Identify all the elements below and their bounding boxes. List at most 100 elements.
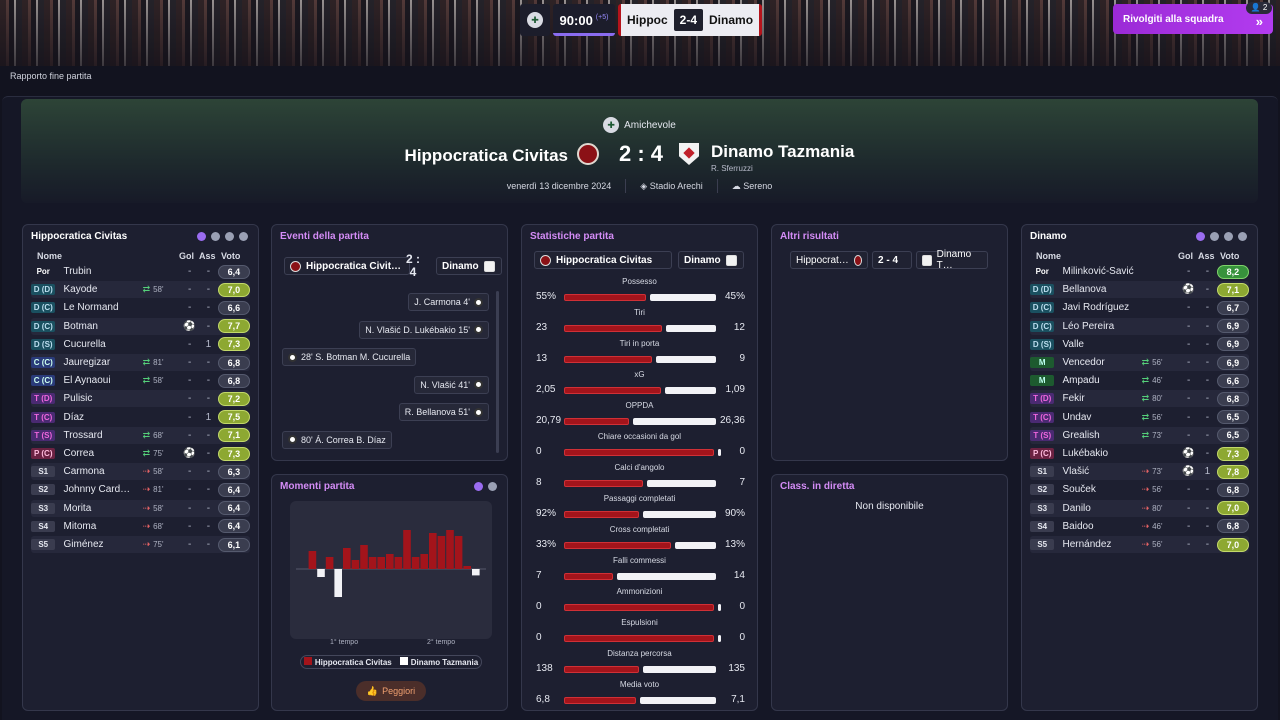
player-row[interactable]: D (D) Kayode ⇄ 58' - -7,0 xyxy=(31,281,250,299)
player-row[interactable]: D (C) Javi Rodríguez - -6,7 xyxy=(1030,299,1249,316)
player-row[interactable]: S2 Johnny Card… ⇢ 81' - -6,4 xyxy=(31,481,250,498)
player-name[interactable]: Fekir xyxy=(1062,393,1141,404)
player-row[interactable]: C (C) El Aynaoui ⇄ 58' - -6,8 xyxy=(31,372,250,389)
player-name[interactable]: Milinković-Savić xyxy=(1062,266,1141,277)
player-row[interactable]: T (D) Pulisic - -7,2 xyxy=(31,390,250,408)
pager-dot[interactable] xyxy=(211,232,220,241)
player-name[interactable]: Vlašić xyxy=(1062,466,1141,477)
player-name[interactable]: El Aynaoui xyxy=(63,375,142,386)
match-event[interactable]: N. Vlašić 41' xyxy=(414,375,489,394)
player-name[interactable]: Mitoma xyxy=(63,521,142,532)
pager-dot[interactable] xyxy=(1224,232,1233,241)
player-row[interactable]: S3 Morita ⇢ 58' - -6,4 xyxy=(31,499,250,517)
player-row[interactable]: Por Milinković-Savić - -8,2 xyxy=(1030,263,1249,280)
match-event[interactable]: 28' S. Botman M. Cucurella xyxy=(282,348,417,366)
pager-dot[interactable] xyxy=(225,232,234,241)
player-name[interactable]: Javi Rodríguez xyxy=(1062,302,1141,313)
player-row[interactable]: T (D) Fekir ⇄ 80' - -6,8 xyxy=(1030,390,1249,408)
col-gol[interactable]: Gol xyxy=(1178,251,1193,261)
player-row[interactable]: Por Trubin - -6,4 xyxy=(31,263,250,280)
match-event[interactable]: R. Bellanova 51' xyxy=(398,403,489,421)
player-row[interactable]: D (D) Bellanova ⚽ -7,1 xyxy=(1030,281,1249,299)
scoreboard[interactable]: Hippoc 2-4 Dinamo xyxy=(618,4,763,36)
player-row[interactable]: T (C) Undav ⇄ 56' - -6,5 xyxy=(1030,409,1249,426)
player-name[interactable]: Lukébakio xyxy=(1062,448,1141,459)
player-row[interactable]: D (S) Cucurella - 1 7,3 xyxy=(31,336,250,353)
player-name[interactable]: Baidoo xyxy=(1062,521,1141,532)
pager-dots[interactable] xyxy=(197,232,248,241)
player-row[interactable]: D (S) Valle - -6,9 xyxy=(1030,336,1249,353)
player-name[interactable]: Cucurella xyxy=(63,339,142,350)
player-name[interactable]: Valle xyxy=(1062,339,1141,350)
pager-dot[interactable] xyxy=(1196,232,1205,241)
player-name[interactable]: Jauregizar xyxy=(63,357,142,368)
col-voto[interactable]: Voto xyxy=(221,251,240,261)
player-name[interactable]: Morita xyxy=(63,503,142,514)
player-row[interactable]: S4 Baidoo ⇢ 46' - -6,8 xyxy=(1030,518,1249,535)
competition-logo-icon[interactable]: ✚ xyxy=(520,4,550,36)
col-gol[interactable]: Gol xyxy=(179,251,194,261)
player-row[interactable]: P (C) Lukébakio ⚽ -7,3 xyxy=(1030,445,1249,462)
other-home[interactable]: Hippocrat… xyxy=(790,251,868,269)
player-name[interactable]: Undav xyxy=(1062,412,1141,423)
other-score[interactable]: 2 - 4 xyxy=(872,251,912,269)
player-name[interactable]: Léo Pereira xyxy=(1062,321,1141,332)
player-name[interactable]: Pulisic xyxy=(63,393,142,404)
player-row[interactable]: S1 Vlašić ⇢ 73' ⚽ 1 7,8 xyxy=(1030,463,1249,481)
player-name[interactable]: Grealish xyxy=(1062,430,1141,441)
player-row[interactable]: D (C) Léo Pereira - -6,9 xyxy=(1030,317,1249,335)
pager-dot[interactable] xyxy=(488,482,497,491)
pager-dot[interactable] xyxy=(239,232,248,241)
player-name[interactable]: Kayode xyxy=(63,284,142,295)
player-name[interactable]: Giménez xyxy=(63,539,142,550)
player-row[interactable]: S2 Souček ⇢ 56' - -6,8 xyxy=(1030,481,1249,498)
player-name[interactable]: Carmona xyxy=(63,466,142,477)
player-name[interactable]: Bellanova xyxy=(1062,284,1141,295)
player-row[interactable]: S3 Danilo ⇢ 80' - -7,0 xyxy=(1030,499,1249,517)
col-name[interactable]: Nome xyxy=(1036,251,1061,261)
player-row[interactable]: T (S) Grealish ⇄ 73' - -6,5 xyxy=(1030,426,1249,444)
col-ass[interactable]: Ass xyxy=(1198,251,1215,261)
player-name[interactable]: Hernández xyxy=(1062,539,1141,550)
other-away[interactable]: Dinamo T… xyxy=(916,249,988,271)
player-name[interactable]: Trubin xyxy=(63,266,142,277)
pager-dots[interactable] xyxy=(474,482,497,491)
stadium-info[interactable]: ◈ Stadio Arechi xyxy=(640,181,702,193)
player-name[interactable]: Botman xyxy=(63,321,142,332)
match-event[interactable]: N. Vlašić D. Lukébakio 15' xyxy=(359,320,489,339)
player-row[interactable]: D (C) Le Normand - -6,6 xyxy=(31,299,250,316)
pager-dot[interactable] xyxy=(197,232,206,241)
pager-dot[interactable] xyxy=(1238,232,1247,241)
player-row[interactable]: P (C) Correa ⇄ 75' ⚽ -7,3 xyxy=(31,445,250,462)
player-row[interactable]: S4 Mitoma ⇢ 68' - -6,4 xyxy=(31,518,250,535)
player-name[interactable]: Danilo xyxy=(1062,503,1141,514)
player-row[interactable]: S1 Carmona ⇢ 58' - -6,3 xyxy=(31,463,250,481)
player-name[interactable]: Correa xyxy=(63,448,142,459)
player-row[interactable]: M Vencedor ⇄ 56' - -6,9 xyxy=(1030,354,1249,371)
player-name[interactable]: Johnny Card… xyxy=(63,484,142,495)
home-team-name[interactable]: Hippocratica Civitas xyxy=(405,146,568,166)
player-row[interactable]: T (C) Díaz - 1 7,5 xyxy=(31,409,250,426)
match-event[interactable]: 80' Á. Correa B. Díaz xyxy=(282,430,392,449)
pager-dot[interactable] xyxy=(474,482,483,491)
player-name[interactable]: Le Normand xyxy=(63,302,142,313)
pager-dots[interactable] xyxy=(1196,232,1247,241)
match-event[interactable]: J. Carmona 4' xyxy=(408,293,489,311)
player-row[interactable]: C (C) Jauregizar ⇄ 81' - -6,8 xyxy=(31,354,250,371)
player-row[interactable]: S5 Giménez ⇢ 75' - -6,1 xyxy=(31,536,250,553)
player-row[interactable]: D (C) Botman ⚽ -7,7 xyxy=(31,317,250,335)
col-name[interactable]: Nome xyxy=(37,251,62,261)
player-row[interactable]: T (S) Trossard ⇄ 68' - -7,1 xyxy=(31,426,250,444)
player-name[interactable]: Souček xyxy=(1062,484,1141,495)
player-row[interactable]: S5 Hernández ⇢ 56' - -7,0 xyxy=(1030,536,1249,553)
away-team-name[interactable]: Dinamo Tazmania xyxy=(711,142,854,162)
col-voto[interactable]: Voto xyxy=(1220,251,1239,261)
worst-button[interactable]: 👍 Peggiori xyxy=(356,681,426,701)
pager-dot[interactable] xyxy=(1210,232,1219,241)
player-row[interactable]: M Ampadu ⇄ 46' - -6,6 xyxy=(1030,372,1249,389)
player-name[interactable]: Vencedor xyxy=(1062,357,1141,368)
notification-badge[interactable]: 👤 2 xyxy=(1246,2,1272,14)
player-name[interactable]: Trossard xyxy=(63,430,142,441)
player-name[interactable]: Díaz xyxy=(63,412,142,423)
col-ass[interactable]: Ass xyxy=(199,251,216,261)
